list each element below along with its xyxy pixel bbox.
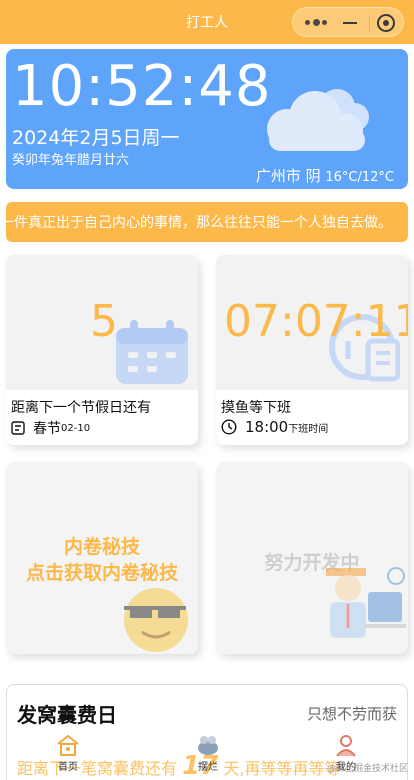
capsule-divider (369, 15, 370, 31)
cloud-icon (267, 89, 369, 151)
weather-card: 10:52:48 2024年2月5日周一 癸卯年兔年腊月廿六 广州市 阴 16°… (6, 49, 408, 189)
holiday-name: 春节 (33, 421, 61, 437)
navigation-bar: 打工人 (0, 0, 414, 44)
promo-card[interactable]: 内卷秘技 点击获取内卷秘技 (6, 462, 198, 654)
menu-capsule (292, 7, 404, 37)
promo-line1: 内卷秘技 (63, 536, 140, 558)
current-date: 2024年2月5日周一 (12, 127, 180, 149)
watermark: @稀土掘金技术社区 (326, 764, 408, 774)
tab-home[interactable]: 首页 (38, 732, 98, 773)
weather-info: 广州市 阴 16°C/12°C (256, 165, 394, 186)
calendar-icon (116, 320, 188, 384)
temperature: 16°C/12°C (325, 170, 394, 185)
holiday-info: 春节 02-10 (11, 418, 90, 438)
tab-lazy-label: 摆烂 (198, 762, 218, 773)
tab-home-label: 首页 (58, 762, 78, 773)
minimize-icon[interactable] (343, 22, 357, 24)
holiday-label: 距离下一个节假日还有 (11, 400, 151, 416)
cool-emoji-icon (124, 588, 188, 652)
offwork-suffix: 下班时间 (288, 423, 329, 435)
holiday-card-top: 5 (6, 255, 198, 390)
dev-card[interactable]: 努力开发中 (216, 462, 408, 654)
city-weather: 广州市 阴 (255, 167, 326, 185)
more-icon[interactable] (305, 18, 327, 28)
offwork-label: 摸鱼等下班 (221, 400, 291, 416)
salary-subtitle: 只想不劳而获 (306, 705, 397, 723)
developer-illustration-icon (326, 567, 406, 638)
offwork-card-top: 07:07:11 (216, 255, 408, 390)
holiday-card[interactable]: 5 距离下一个节假日还有 春节 02-10 (6, 255, 198, 445)
lazy-icon (198, 736, 218, 755)
tab-lazy[interactable]: 摆烂 (178, 732, 238, 773)
quote-text: 一件真正出于自己内心的事情，那么往往只能一个人独自去做。 (6, 215, 392, 231)
offwork-card[interactable]: 07:07:11 摸鱼等下班 18:00 下班时间 (216, 255, 408, 445)
target-close-icon[interactable] (377, 14, 395, 32)
tab-bar: 首页 摆烂 我的 @稀土掘金技术社区 (0, 728, 414, 780)
clock-icon (221, 419, 237, 435)
quote-banner: 一件真正出于自己内心的事情，那么往往只能一个人独自去做。 (6, 202, 408, 242)
home-icon (57, 734, 79, 756)
offwork-countdown: 07:07:11 (224, 296, 408, 347)
holiday-date: 02-10 (61, 422, 91, 434)
promo-text: 内卷秘技 点击获取内卷秘技 (6, 534, 198, 586)
offwork-time: 18:00 (245, 418, 289, 436)
holiday-countdown: 5 (90, 296, 118, 347)
offwork-info: 18:00 下班时间 (221, 418, 328, 436)
lunar-date: 癸卯年兔年腊月廿六 (12, 153, 130, 168)
profile-icon (336, 735, 356, 757)
current-time: 10:52:48 (12, 54, 272, 119)
note-icon (11, 421, 25, 435)
salary-title: 发窝囊费日 (17, 703, 117, 727)
